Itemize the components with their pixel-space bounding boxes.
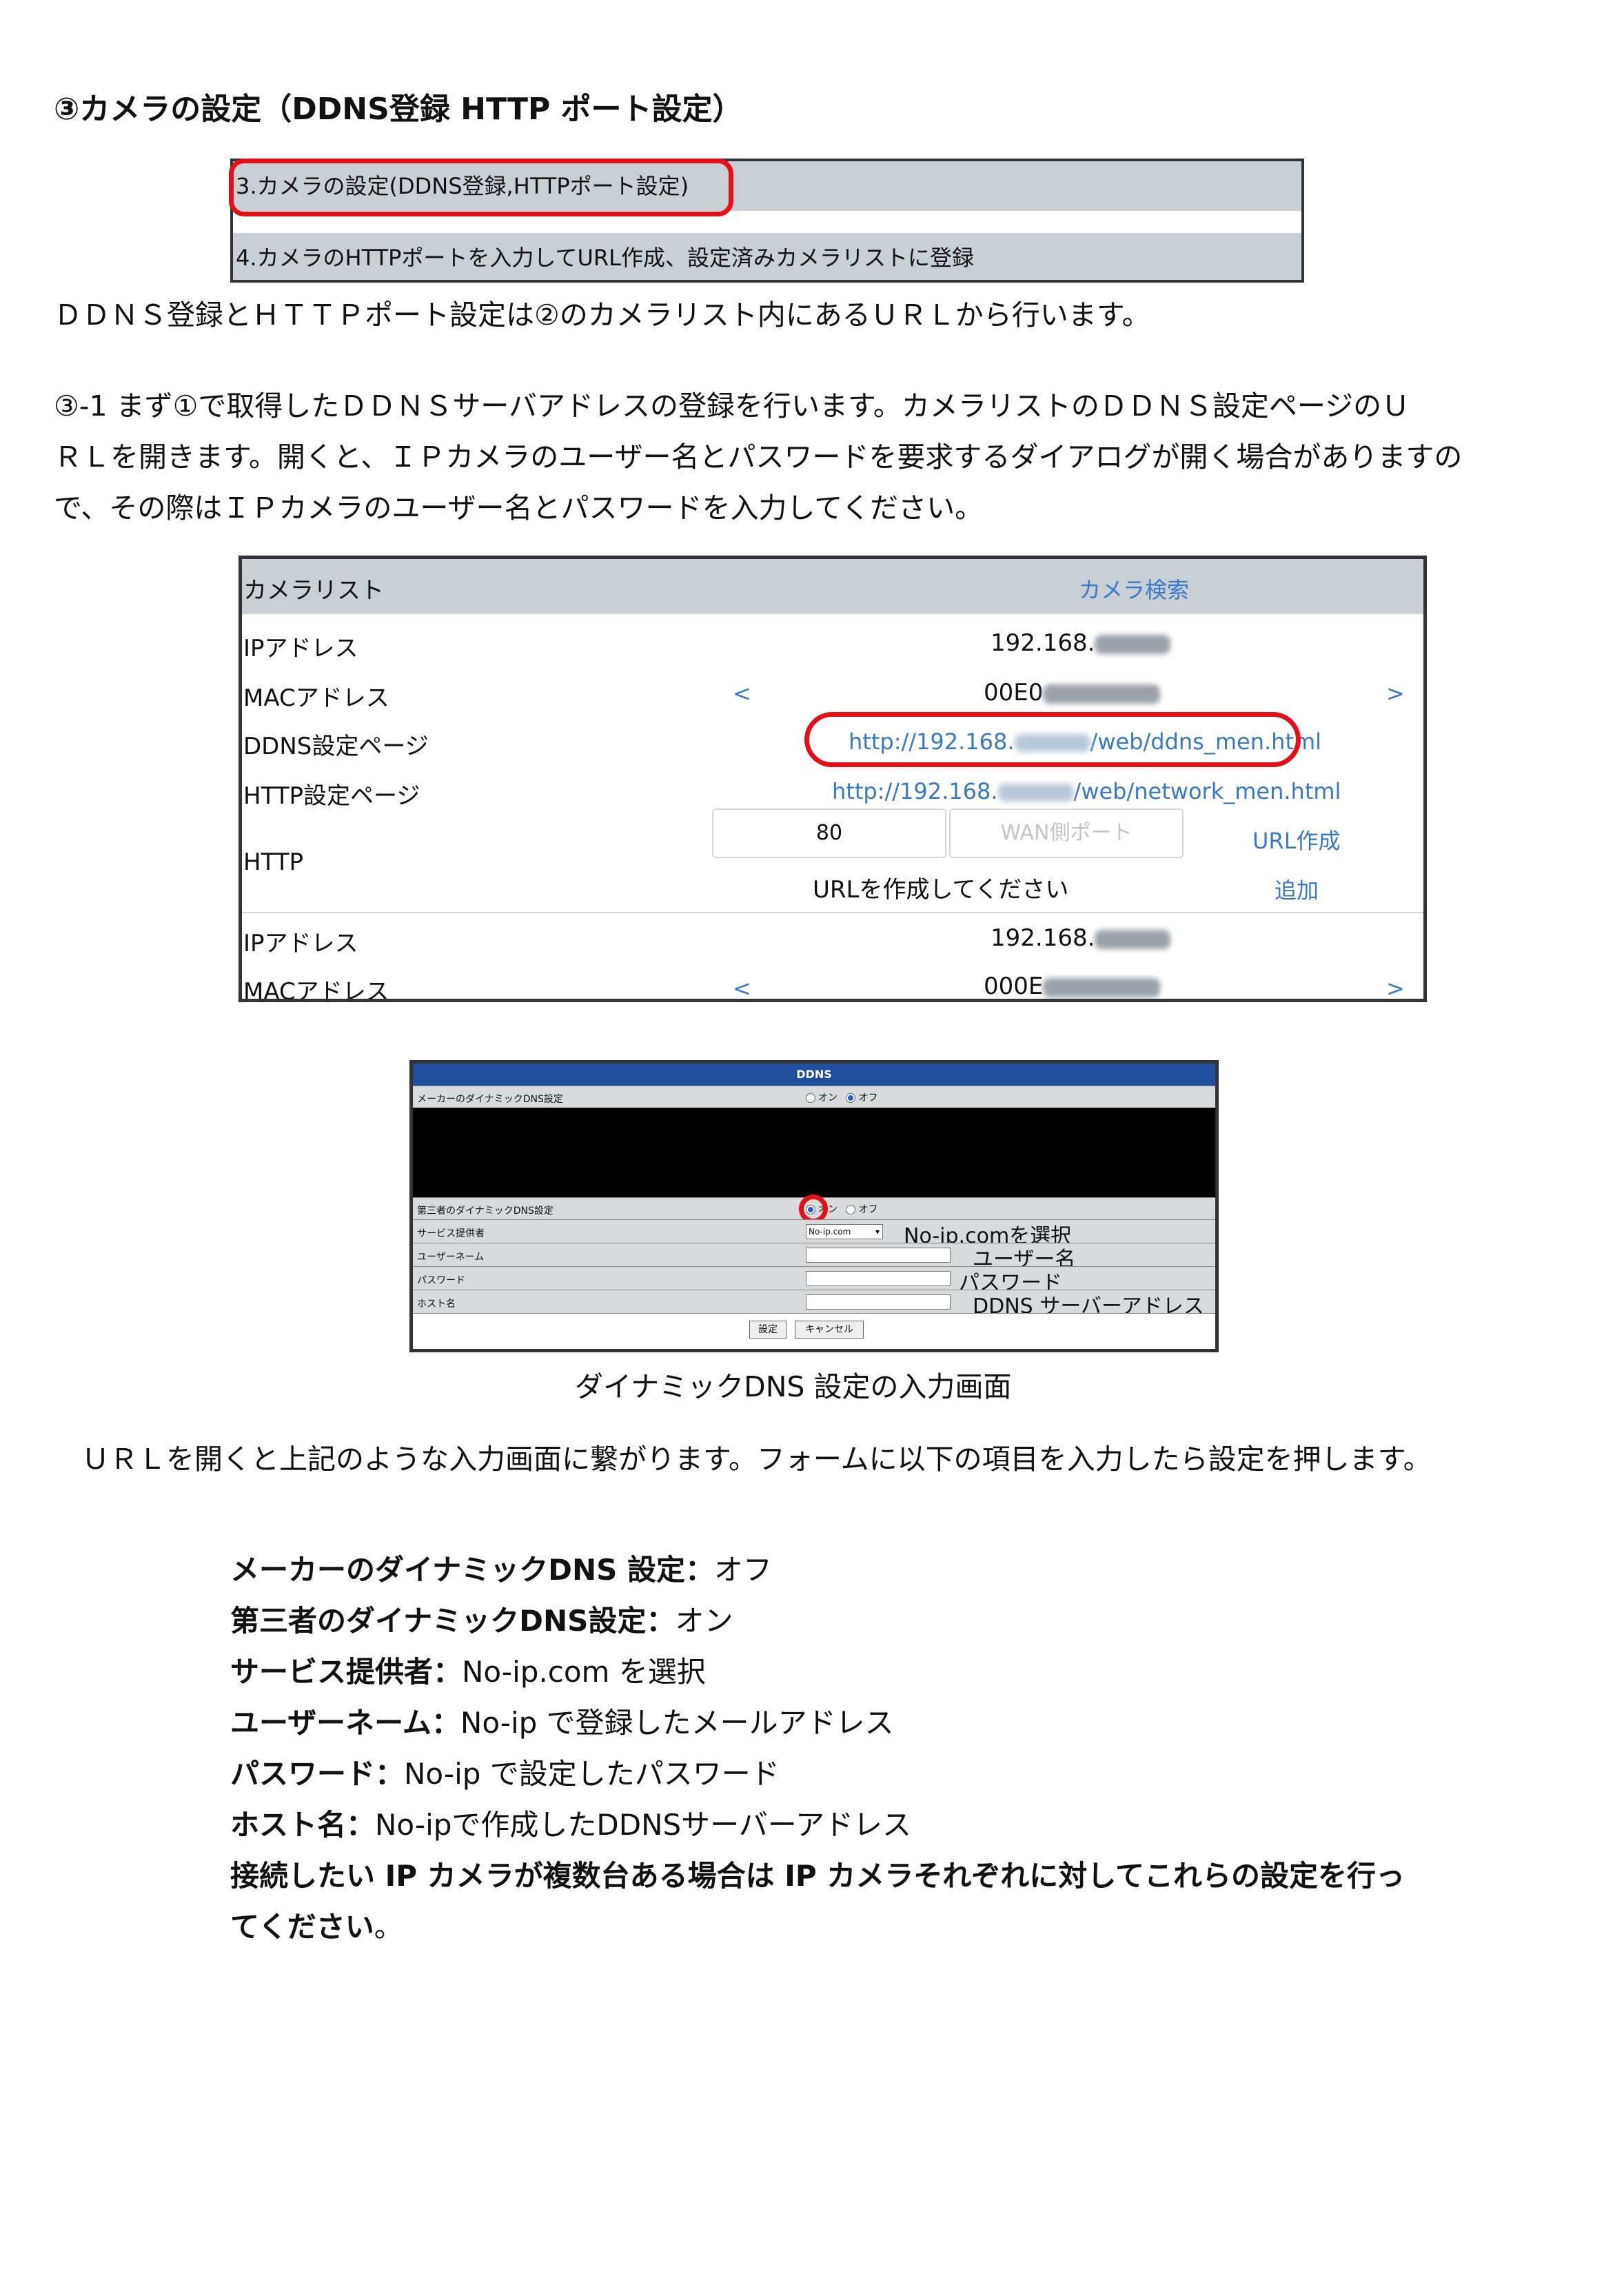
mac-address-value: 00E0 bbox=[984, 679, 1161, 706]
maker-ddns-radios[interactable]: オン オフ bbox=[806, 1090, 877, 1104]
ddns-form-panel: DDNS メーカーのダイナミックDNS設定 オン オフ 第三者のダイナミックDN… bbox=[409, 1060, 1219, 1352]
ddns-form-title: DDNS bbox=[413, 1064, 1215, 1086]
maker-on-radio[interactable] bbox=[806, 1093, 815, 1103]
password-input[interactable] bbox=[806, 1271, 951, 1286]
setting-item: 第三者のダイナミックDNS設定：オン bbox=[230, 1604, 733, 1638]
url-prompt-text: URLを作成してください bbox=[813, 876, 1069, 904]
username-input[interactable] bbox=[806, 1248, 951, 1263]
maker-ddns-row: メーカーのダイナミックDNS設定 オン オフ bbox=[413, 1086, 1215, 1108]
host-row: ホスト名 DDNS サーバーアドレス bbox=[413, 1290, 1215, 1319]
password-row: パスワード パスワード bbox=[413, 1266, 1215, 1295]
provider-select[interactable]: No-ip.com ▾ bbox=[806, 1224, 883, 1239]
black-area bbox=[413, 1108, 1215, 1197]
camera-list-title: カメラリスト bbox=[243, 577, 384, 604]
next-arrow[interactable]: > bbox=[1386, 680, 1405, 706]
cancel-button[interactable]: キャンセル bbox=[795, 1321, 864, 1339]
url-create-button[interactable]: URL作成 bbox=[1252, 824, 1341, 855]
password-label: パスワード bbox=[417, 1275, 465, 1286]
step31-line2: ＲＬを開きます。開くと、ＩＰカメラのユーザー名とパスワードを要求するダイアログが… bbox=[54, 440, 1463, 474]
steps-box: 3.カメラの設定(DDNS登録,HTTPポート設定) 4.カメラのHTTPポート… bbox=[229, 159, 1304, 283]
button-row: 設定 キャンセル bbox=[413, 1313, 1215, 1349]
port-input[interactable]: 80 bbox=[712, 809, 946, 858]
next-arrow-2[interactable]: > bbox=[1386, 975, 1405, 999]
prev-arrow[interactable]: < bbox=[733, 680, 751, 706]
setting-item: パスワード：No-ip で設定したパスワード bbox=[230, 1757, 780, 1791]
ddns-link-highlight bbox=[804, 712, 1301, 767]
row-divider bbox=[242, 912, 1423, 913]
ip-address-value: 192.168. bbox=[991, 629, 1171, 657]
camera-search-link[interactable]: カメラ検索 bbox=[1079, 573, 1189, 604]
intro-text: ＤＤＮＳ登録とＨＴＴＰポート設定は②のカメラリスト内にあるＵＲＬから行います。 bbox=[54, 298, 1150, 332]
wan-port-input[interactable]: WAN側ポート bbox=[949, 809, 1184, 858]
section-heading: ③カメラの設定（DDNS登録 HTTP ポート設定） bbox=[54, 92, 743, 127]
add-button[interactable]: 追加 bbox=[1275, 873, 1319, 905]
http-port-label: HTTP bbox=[243, 848, 304, 876]
http-page-label: HTTP設定ページ bbox=[243, 782, 420, 810]
http-page-link[interactable]: http://192.168./web/network_men.html bbox=[832, 778, 1341, 804]
step-3-highlight bbox=[229, 159, 733, 216]
step31-line3: で、その際はＩＰカメラのユーザー名とパスワードを入力してください。 bbox=[54, 491, 984, 525]
ddns-caption: ダイナミックDNS 設定の入力画面 bbox=[575, 1370, 1012, 1403]
camera-list-header bbox=[242, 559, 1423, 614]
closing-line1: 接続したい IP カメラが複数台ある場合は IP カメラそれぞれに対してこれらの… bbox=[230, 1859, 1405, 1893]
third-ddns-label: 第三者のダイナミックDNS設定 bbox=[417, 1206, 554, 1217]
username-label: ユーザーネーム bbox=[417, 1252, 485, 1263]
camera-list-panel: カメラリスト カメラ検索 IPアドレス 192.168. MACアドレス < 0… bbox=[238, 556, 1427, 1002]
prev-arrow-2[interactable]: < bbox=[733, 975, 751, 999]
setting-item: ユーザーネーム：No-ip で登録したメールアドレス bbox=[230, 1706, 894, 1740]
host-label: ホスト名 bbox=[417, 1299, 456, 1310]
maker-ddns-label: メーカーのダイナミックDNS設定 bbox=[417, 1094, 563, 1105]
third-off-radio[interactable] bbox=[846, 1205, 856, 1214]
step31-line1: ③-1 まず①で取得したＤＤＮＳサーバアドレスの登録を行います。カメラリストのＤ… bbox=[54, 389, 1410, 423]
username-row: ユーザーネーム ユーザー名 bbox=[413, 1243, 1215, 1272]
host-input[interactable] bbox=[806, 1294, 951, 1310]
closing-line2: てください。 bbox=[230, 1910, 403, 1944]
ip-address-label: IPアドレス bbox=[243, 635, 358, 662]
setting-item: メーカーのダイナミックDNS 設定：オフ bbox=[230, 1553, 773, 1587]
instruction-text: ＵＲＬを開くと上記のような入力画面に繋がります。フォームに以下の項目を入力したら… bbox=[81, 1443, 1432, 1476]
ip-address-value-2: 192.168. bbox=[991, 924, 1171, 952]
mac-address-label-2: MACアドレス bbox=[243, 978, 389, 1002]
ddns-page-label: DDNS設定ページ bbox=[243, 733, 429, 760]
setting-item: ホスト名：No-ipで作成したDDNSサーバーアドレス bbox=[230, 1808, 912, 1842]
setting-item: サービス提供者：No-ip.com を選択 bbox=[230, 1655, 706, 1689]
step-4-label[interactable]: 4.カメラのHTTPポートを入力してURL作成、設定済みカメラリストに登録 bbox=[233, 233, 1301, 280]
set-button[interactable]: 設定 bbox=[749, 1321, 786, 1339]
provider-label: サービス提供者 bbox=[417, 1228, 485, 1239]
maker-off-radio[interactable] bbox=[846, 1093, 856, 1103]
mac-address-value-2: 000E bbox=[984, 973, 1161, 999]
mac-address-label: MACアドレス bbox=[243, 684, 389, 712]
provider-row: サービス提供者 No-ip.com ▾ No-ip.comを選択 bbox=[413, 1219, 1215, 1248]
ip-address-label-2: IPアドレス bbox=[243, 930, 358, 957]
